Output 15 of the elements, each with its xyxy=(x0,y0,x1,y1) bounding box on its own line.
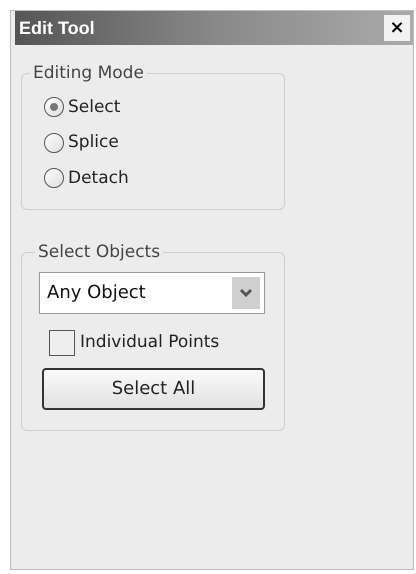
radio-option[interactable]: Detach xyxy=(44,166,262,191)
select-all-button[interactable]: Select All xyxy=(42,368,265,410)
checkbox[interactable] xyxy=(49,330,75,356)
group-title: Select Objects xyxy=(37,241,162,264)
group-title: Editing Mode xyxy=(32,62,145,85)
chevron-down-icon xyxy=(232,276,260,308)
object-dropdown[interactable]: Any Object xyxy=(39,272,265,314)
radio-button[interactable] xyxy=(44,97,64,118)
radio-button[interactable] xyxy=(44,132,64,153)
radio-option[interactable]: Splice xyxy=(44,130,262,156)
close-button[interactable]: × xyxy=(384,15,410,41)
radio-option[interactable]: Select xyxy=(44,94,262,120)
checkbox-option[interactable]: Individual Points xyxy=(49,330,267,356)
radio-button[interactable] xyxy=(44,168,64,188)
window-title: Edit Tool xyxy=(19,16,95,40)
